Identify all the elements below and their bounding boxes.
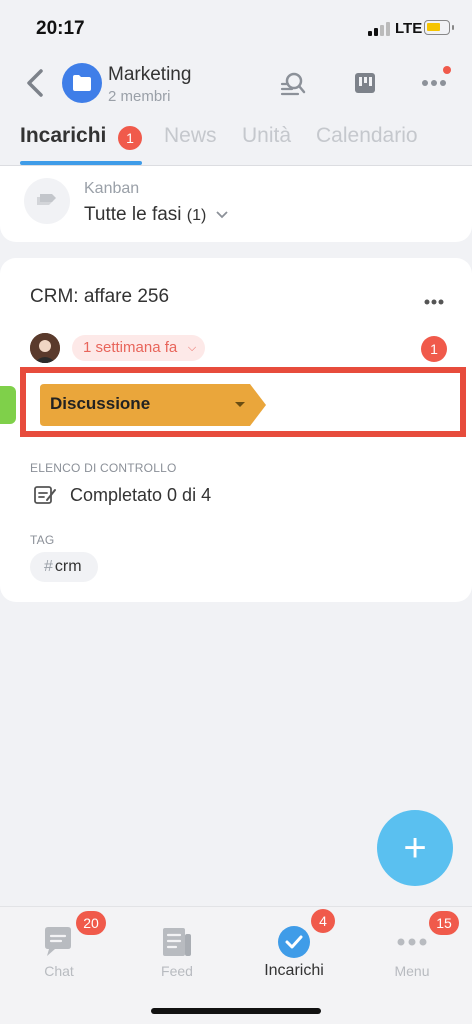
group-title[interactable]: Marketing [108,64,191,86]
group-members: 2 membri [108,88,171,105]
task-title[interactable]: CRM: affare 256 [30,286,169,308]
folder-icon[interactable] [62,63,102,103]
search-filter-icon[interactable] [280,70,306,96]
previous-stage-indicator [0,386,16,424]
hash-icon: # [44,558,53,575]
menu-badge: 15 [429,911,459,935]
incarichi-badge: 4 [311,909,335,933]
add-task-button[interactable]: + [377,810,453,886]
bottom-tab-bar: Chat 20 Feed Incarichi 4 Menu 15 [0,906,472,1024]
tab-incarichi-label[interactable]: Incarichi [239,962,349,980]
plus-icon: + [403,826,427,870]
tab-menu-label[interactable]: Menu [357,963,467,979]
check-icon[interactable] [277,925,311,959]
chevron-down-icon [216,211,228,219]
comment-count-badge: 1 [421,336,447,362]
signal-icon [368,22,390,36]
tab-badge: 1 [118,126,142,150]
tab-news[interactable]: News [164,124,217,148]
avatar[interactable] [30,333,60,363]
checklist-progress[interactable]: Completato 0 di 4 [70,485,211,506]
chat-badge: 20 [76,911,106,935]
more-icon[interactable] [420,70,446,96]
section-tabs: Incarichi 1 News Unità Calendario [0,116,472,166]
kanban-count: (1) [186,207,207,224]
tag-text: crm [54,558,82,575]
tab-incarichi[interactable]: Incarichi [20,124,106,148]
menu-more-icon[interactable] [395,925,429,959]
kanban-view-icon[interactable] [352,70,378,96]
header: Marketing 2 membri [0,56,472,116]
kanban-value[interactable]: Tutte le fasi (1) [84,204,229,226]
kanban-selector[interactable]: Kanban Tutte le fasi (1) [0,166,472,242]
tab-chat-label[interactable]: Chat [4,963,114,979]
highlight-box [20,367,466,437]
kanban-stage-filter: Tutte le fasi [84,204,182,225]
tag-pill[interactable]: # crm [30,552,98,582]
tab-feed-label[interactable]: Feed [122,963,232,979]
status-bar: 20:17 LTE [0,0,472,56]
network-type: LTE [395,20,423,37]
tab-unita[interactable]: Unità [242,124,291,148]
status-time: 20:17 [36,18,85,39]
notification-dot [443,66,451,74]
task-card[interactable]: CRM: affare 256 1 settimana fa ⌵ 1 Discu… [0,258,472,602]
task-more-icon[interactable] [424,292,444,305]
home-indicator [151,1008,321,1014]
tab-calendario[interactable]: Calendario [316,124,418,148]
checklist-label: ELENCO DI CONTROLLO [30,461,177,475]
tab-underline [20,161,142,165]
chevron-down-icon: ⌵ [187,342,197,354]
kanban-label: Kanban [84,180,140,197]
deadline-text: 1 settimana fa [83,339,178,356]
tag-label: TAG [30,533,55,547]
stages-icon [24,178,70,224]
deadline-pill[interactable]: 1 settimana fa ⌵ [72,335,206,361]
battery-icon [424,20,454,35]
checklist-icon [33,483,57,507]
feed-icon[interactable] [160,925,194,959]
back-button[interactable] [24,66,48,100]
chat-icon[interactable] [41,925,75,959]
